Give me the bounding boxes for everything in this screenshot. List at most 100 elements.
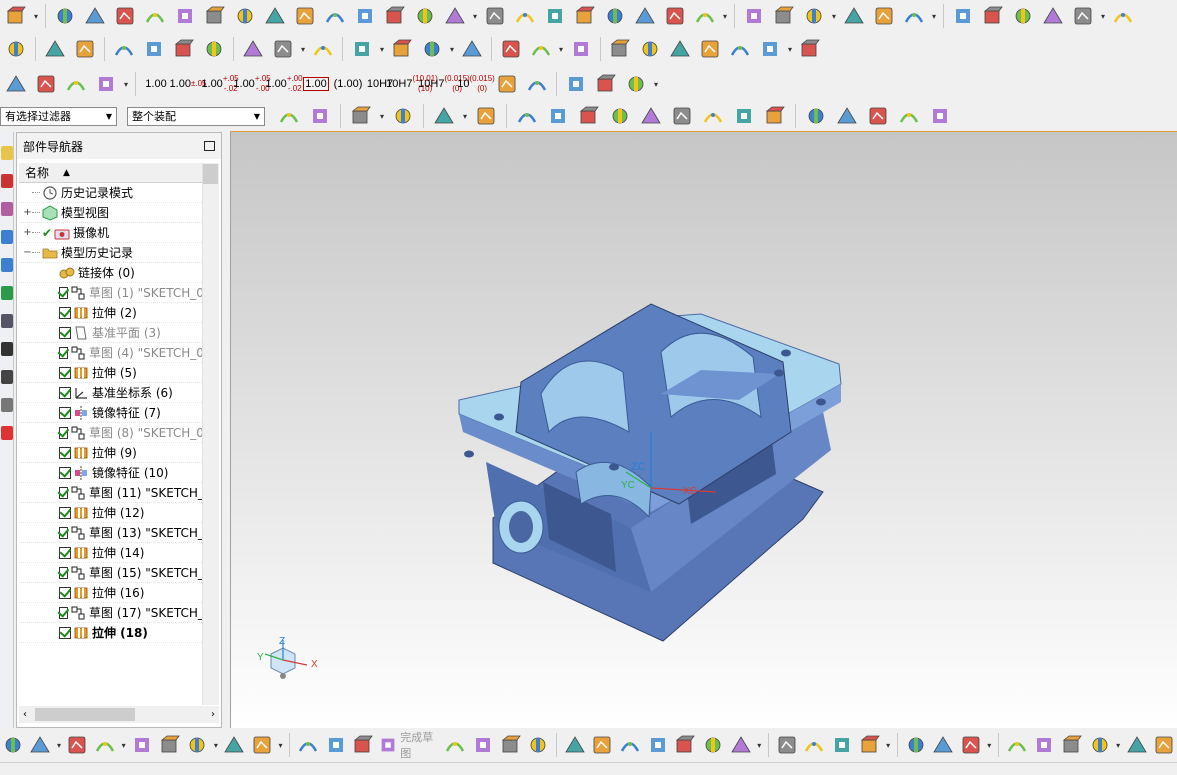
graphics-viewport[interactable]: ZC YC XC Z Y X [230, 131, 1177, 728]
horizontal-scrollbar[interactable]: ‹ › [19, 706, 219, 723]
toolbar-button[interactable] [111, 2, 139, 30]
tolerance-button[interactable]: 1.00 [301, 70, 331, 98]
tree-row[interactable]: 草图 (17) "SKETCH_... [19, 603, 215, 623]
toolbar-button[interactable] [110, 35, 138, 63]
toolbar-button[interactable] [870, 2, 898, 30]
toolbar-button[interactable] [92, 70, 120, 98]
toolbar-button[interactable] [668, 102, 696, 130]
toolbar-button[interactable] [895, 102, 923, 130]
tree-row[interactable]: + ✔ 摄像机 [19, 223, 202, 243]
visibility-checkbox[interactable] [59, 506, 71, 519]
toolbar-button[interactable] [493, 70, 521, 98]
toolbar-button[interactable] [65, 731, 91, 759]
resource-icon[interactable] [1, 258, 13, 272]
toolbar-button[interactable] [481, 2, 509, 30]
expand-toggle-icon[interactable]: + [23, 207, 32, 218]
chevron-down-icon[interactable]: ▾ [756, 741, 763, 750]
chevron-down-icon[interactable]: ▾ [830, 12, 838, 21]
toolbar-button[interactable] [1152, 731, 1177, 759]
chevron-down-icon[interactable]: ▾ [986, 741, 993, 750]
visibility-checkbox[interactable] [59, 566, 68, 579]
toolbar-button[interactable] [864, 102, 892, 130]
tolerance-button[interactable]: 10H7 (0.015) (0) [418, 70, 470, 98]
tree-row[interactable]: 镜像特征 (10) [19, 463, 202, 483]
toolbar-button[interactable] [261, 2, 289, 30]
tree-row[interactable]: 拉伸 (18) [19, 623, 202, 643]
toolbar-button[interactable] [661, 2, 689, 30]
toolbar-button[interactable] [900, 2, 928, 30]
toolbar-button[interactable] [590, 731, 616, 759]
toolbar-button[interactable] [903, 731, 929, 759]
chevron-down-icon[interactable]: ▾ [930, 12, 938, 21]
toolbar-button[interactable] [231, 2, 259, 30]
resource-icon[interactable] [1, 146, 13, 160]
tree-row[interactable]: 草图 (4) "SKETCH_0... [19, 343, 215, 363]
visibility-checkbox[interactable] [59, 606, 68, 619]
toolbar-button[interactable] [726, 35, 754, 63]
toolbar-button[interactable] [958, 731, 984, 759]
column-header[interactable]: 名称 ▲ [19, 163, 219, 183]
chevron-down-icon[interactable]: ▾ [32, 12, 40, 21]
toolbar-button[interactable] [949, 2, 977, 30]
toolbar-button[interactable] [622, 70, 650, 98]
toolbar-button[interactable] [51, 2, 79, 30]
tolerance-button[interactable]: 10 (0.015) (0) [457, 70, 495, 98]
toolbar-button[interactable] [1109, 2, 1137, 30]
chevron-down-icon[interactable]: ▾ [448, 45, 456, 54]
expand-toggle-icon[interactable]: − [23, 247, 32, 258]
toolbar-button[interactable] [249, 731, 275, 759]
toolbar-button[interactable] [1059, 731, 1085, 759]
toolbar-button[interactable] [617, 731, 643, 759]
toolbar-button[interactable] [347, 102, 375, 130]
tree-row[interactable]: 草图 (11) "SKETCH_... [19, 483, 215, 503]
maximize-icon[interactable] [204, 141, 215, 151]
toolbar-button[interactable] [523, 70, 551, 98]
toolbar-button[interactable] [389, 102, 417, 130]
toolbar-button[interactable] [295, 731, 321, 759]
toolbar-button[interactable] [691, 2, 719, 30]
chevron-down-icon[interactable]: ▾ [461, 112, 469, 121]
toolbar-button[interactable] [2, 70, 30, 98]
resource-icon[interactable] [1, 314, 13, 328]
tree-row[interactable]: 历史记录模式 [19, 183, 202, 203]
checkmark-icon[interactable]: ✔ [42, 226, 52, 240]
tree-row[interactable]: 拉伸 (5) [19, 363, 202, 383]
toolbar-button[interactable] [666, 35, 694, 63]
toolbar-button[interactable] [802, 102, 830, 130]
toolbar-button[interactable] [673, 731, 699, 759]
scroll-left-icon[interactable]: ‹ [23, 709, 27, 720]
toolbar-button[interactable] [544, 102, 572, 130]
toolbar-button[interactable] [62, 70, 90, 98]
toolbar-button[interactable] [796, 35, 824, 63]
toolbar-button[interactable] [730, 102, 758, 130]
toolbar-button[interactable] [511, 2, 539, 30]
toolbar-button[interactable] [388, 35, 416, 63]
resource-icon[interactable] [1, 370, 13, 384]
toolbar-button[interactable] [321, 2, 349, 30]
visibility-checkbox[interactable] [59, 586, 71, 599]
toolbar-button[interactable] [32, 70, 60, 98]
expand-toggle-icon[interactable]: + [23, 227, 32, 238]
toolbar-button[interactable] [696, 35, 724, 63]
toolbar-button[interactable] [930, 731, 956, 759]
tree-row[interactable]: 草图 (1) "SKETCH_0... [19, 283, 215, 303]
toolbar-button[interactable] [323, 731, 349, 759]
chevron-down-icon[interactable]: ▾ [1115, 741, 1122, 750]
toolbar-button[interactable] [1087, 731, 1113, 759]
tree-row[interactable]: 拉伸 (16) [19, 583, 202, 603]
toolbar-button[interactable] [979, 2, 1007, 30]
scroll-thumb[interactable] [203, 164, 218, 184]
tree-row[interactable]: + 模型视图 [19, 203, 202, 223]
tolerance-button[interactable]: 1.00 +.05 -.02 [201, 70, 238, 98]
toolbar-button[interactable] [306, 102, 334, 130]
toolbar-button[interactable] [800, 2, 828, 30]
toolbar-button[interactable] [0, 731, 26, 759]
toolbar-button[interactable] [700, 731, 726, 759]
chevron-down-icon[interactable]: ▾ [55, 741, 62, 750]
toolbar-button[interactable] [756, 35, 784, 63]
toolbar-button[interactable] [833, 102, 861, 130]
toolbar-button[interactable] [1009, 2, 1037, 30]
toolbar-button[interactable] [541, 2, 569, 30]
toolbar-button[interactable] [926, 102, 954, 130]
toolbar-button[interactable] [840, 2, 868, 30]
